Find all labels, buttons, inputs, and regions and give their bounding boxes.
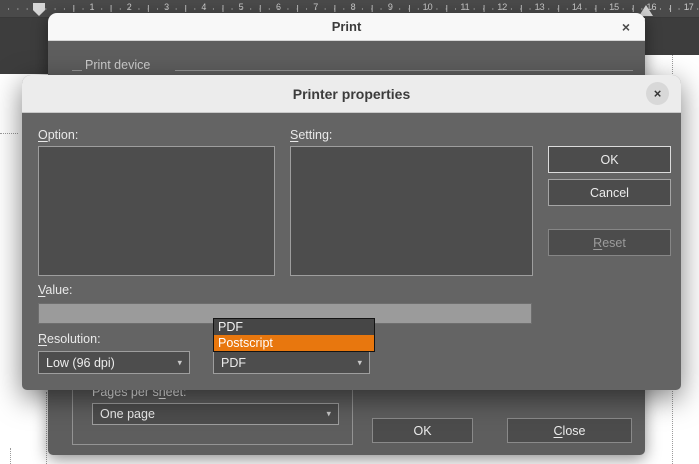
dropdown-popup: PDF Postscript bbox=[213, 318, 375, 352]
chevron-down-icon: ▾ bbox=[177, 357, 182, 368]
dropdown-item-postscript[interactable]: Postscript bbox=[214, 335, 374, 351]
print-device-frame bbox=[175, 70, 633, 71]
dropdown-item-pdf[interactable]: PDF bbox=[214, 319, 374, 335]
screen: 1234567891011121314151617 Print × Print … bbox=[0, 0, 699, 464]
properties-dialog-titlebar[interactable]: Printer properties × bbox=[22, 75, 681, 113]
option-label: Option: bbox=[38, 128, 78, 142]
format-select[interactable]: PDF ▾ bbox=[213, 351, 370, 374]
properties-cancel-button[interactable]: Cancel bbox=[548, 179, 671, 206]
chevron-down-icon: ▾ bbox=[326, 409, 331, 420]
close-button[interactable]: × bbox=[646, 82, 669, 105]
print-device-group-label: Print device bbox=[85, 58, 150, 72]
indent-marker-icon[interactable] bbox=[33, 3, 45, 16]
pages-per-sheet-select[interactable]: One page ▾ bbox=[92, 403, 339, 425]
close-icon[interactable]: × bbox=[622, 20, 630, 34]
text-boundary-line-top bbox=[0, 133, 18, 134]
resolution-select[interactable]: Low (96 dpi) ▾ bbox=[38, 351, 190, 374]
app-background-top-left bbox=[0, 17, 55, 74]
option-listbox[interactable] bbox=[38, 146, 275, 276]
value-label: Value: bbox=[38, 283, 73, 297]
setting-label: Setting: bbox=[290, 128, 332, 142]
print-dialog-titlebar[interactable]: Print × bbox=[48, 13, 645, 41]
text-boundary-line-far-left bbox=[10, 448, 11, 464]
print-ok-button[interactable]: OK bbox=[372, 418, 473, 443]
print-device-frame bbox=[72, 70, 82, 71]
printer-properties-dialog: Printer properties × Option: Setting: OK… bbox=[22, 75, 681, 390]
properties-dialog-title: Printer properties bbox=[293, 86, 410, 102]
close-icon: × bbox=[654, 86, 662, 101]
resolution-label: Resolution: bbox=[38, 332, 101, 346]
setting-listbox[interactable] bbox=[290, 146, 533, 276]
print-close-button[interactable]: Close bbox=[507, 418, 632, 443]
properties-reset-button[interactable]: Reset bbox=[548, 229, 671, 256]
print-dialog-title: Print bbox=[332, 19, 362, 34]
app-background-top-right bbox=[645, 17, 699, 55]
text-boundary-line-left bbox=[46, 392, 47, 464]
chevron-down-icon: ▾ bbox=[357, 357, 362, 368]
properties-ok-button[interactable]: OK bbox=[548, 146, 671, 173]
